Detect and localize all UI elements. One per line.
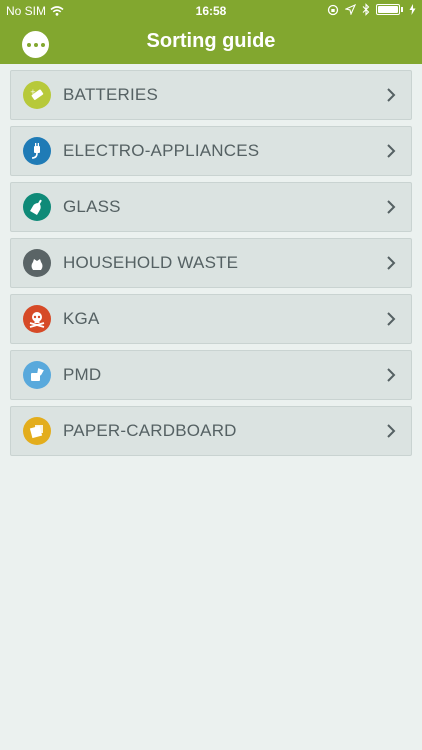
status-right bbox=[327, 3, 416, 16]
category-item-household-waste[interactable]: HOUSEHOLD WASTE bbox=[10, 238, 412, 288]
category-item-kga[interactable]: KGA bbox=[10, 294, 412, 344]
category-list: + BATTERIES ELECTRO-APPLIANCES GLASS HOU… bbox=[10, 70, 412, 462]
bottle-icon bbox=[23, 193, 51, 221]
category-item-batteries[interactable]: + BATTERIES bbox=[10, 70, 412, 120]
battery-status-icon bbox=[376, 4, 400, 15]
location-icon bbox=[345, 4, 356, 15]
chevron-right-icon bbox=[387, 312, 396, 326]
trash-bag-icon bbox=[23, 249, 51, 277]
battery-icon: + bbox=[23, 81, 51, 109]
page-title: Sorting guide bbox=[146, 30, 276, 52]
chevron-right-icon bbox=[387, 144, 396, 158]
plug-icon bbox=[23, 137, 51, 165]
charging-bolt-icon bbox=[409, 4, 416, 15]
category-item-pmd[interactable]: PMD bbox=[10, 350, 412, 400]
category-label: HOUSEHOLD WASTE bbox=[63, 253, 239, 272]
paper-icon bbox=[23, 417, 51, 445]
category-item-glass[interactable]: GLASS bbox=[10, 182, 412, 232]
category-label: BATTERIES bbox=[63, 85, 159, 104]
category-item-electro-appliances[interactable]: ELECTRO-APPLIANCES bbox=[10, 126, 412, 176]
chevron-right-icon bbox=[387, 368, 396, 382]
svg-text:+: + bbox=[30, 88, 36, 96]
category-label: KGA bbox=[63, 309, 100, 328]
category-label: ELECTRO-APPLIANCES bbox=[63, 141, 260, 160]
chevron-right-icon bbox=[387, 256, 396, 270]
category-item-paper-cardboard[interactable]: PAPER-CARDBOARD bbox=[10, 406, 412, 456]
app-header: No SIM 16:58 Sorting guide bbox=[0, 0, 422, 64]
category-label: GLASS bbox=[63, 197, 121, 216]
chevron-right-icon bbox=[387, 200, 396, 214]
chevron-right-icon bbox=[387, 88, 396, 102]
category-label: PMD bbox=[63, 365, 102, 384]
battery-tip bbox=[401, 7, 403, 12]
category-label: PAPER-CARDBOARD bbox=[63, 421, 237, 440]
chevron-right-icon bbox=[387, 424, 396, 438]
rotation-lock-icon bbox=[327, 4, 339, 15]
skull-icon bbox=[23, 305, 51, 333]
bluetooth-icon bbox=[362, 3, 370, 16]
status-bar: No SIM 16:58 bbox=[0, 0, 422, 22]
pmd-icon bbox=[23, 361, 51, 389]
